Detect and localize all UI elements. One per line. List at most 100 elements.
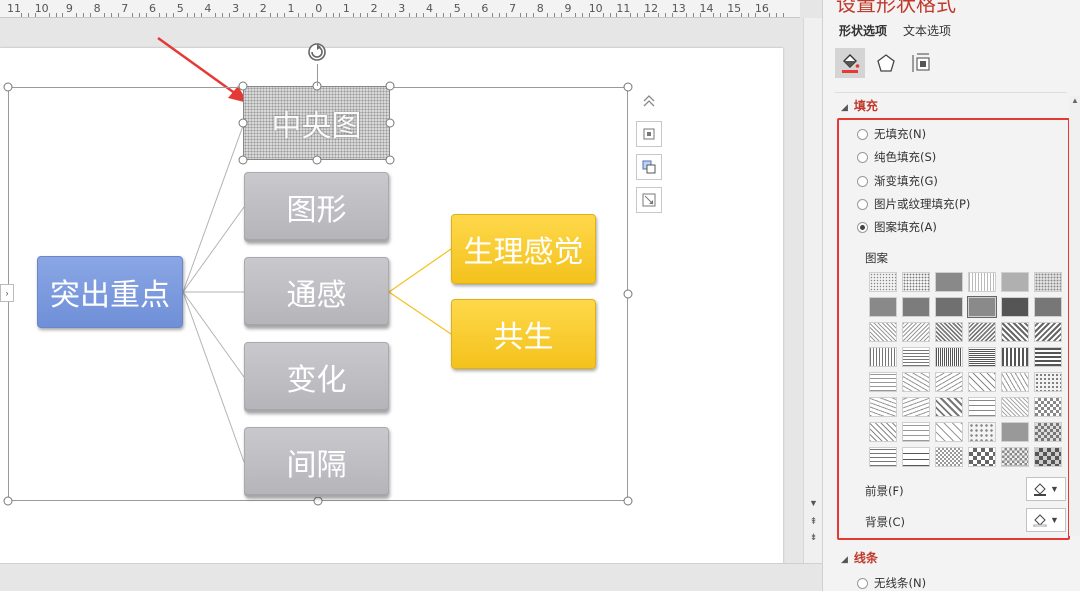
pattern-swatch[interactable] — [968, 397, 996, 417]
next-slide-icon[interactable]: ⇟ — [806, 530, 821, 544]
radio-picture-fill[interactable]: 图片或纹理填充(P) — [857, 196, 970, 212]
pattern-swatch[interactable] — [869, 397, 897, 417]
pattern-swatch[interactable] — [1034, 422, 1062, 442]
background-color-picker[interactable]: ▼ — [1026, 508, 1066, 532]
pattern-swatch[interactable] — [935, 397, 963, 417]
text-pane-toggle[interactable]: › — [0, 284, 14, 302]
resize-handle[interactable] — [3, 496, 13, 506]
pattern-swatch[interactable] — [1034, 272, 1062, 292]
radio-button[interactable] — [857, 175, 868, 187]
radio-button[interactable] — [857, 577, 868, 589]
scroll-down-icon[interactable]: ▼ — [806, 496, 821, 510]
pane-scrollbar[interactable]: ▲ — [1069, 96, 1080, 536]
pattern-swatch[interactable] — [935, 322, 963, 342]
radio-button-selected[interactable] — [857, 221, 868, 233]
resize-handle[interactable] — [3, 82, 13, 92]
pattern-swatch[interactable] — [935, 272, 963, 292]
pattern-swatch[interactable] — [1001, 297, 1029, 317]
pattern-swatch[interactable] — [902, 297, 930, 317]
line-section-header[interactable]: ◢ 线条 — [841, 549, 878, 566]
pattern-swatch[interactable] — [869, 272, 897, 292]
radio-button[interactable] — [857, 128, 868, 140]
radio-button[interactable] — [857, 198, 868, 210]
resize-handle[interactable] — [385, 81, 395, 91]
pattern-swatch[interactable] — [935, 297, 963, 317]
resize-handle[interactable] — [238, 155, 248, 165]
effects-icon[interactable] — [871, 48, 901, 78]
radio-gradient-fill[interactable]: 渐变填充(G) — [857, 173, 938, 189]
pattern-swatch[interactable] — [1001, 272, 1029, 292]
pattern-swatch[interactable] — [869, 447, 897, 467]
child-node[interactable]: 变化 — [244, 342, 389, 412]
pattern-swatch[interactable] — [902, 422, 930, 442]
tab-shape-options[interactable]: 形状选项 — [839, 22, 887, 39]
size-properties-icon[interactable] — [907, 48, 937, 78]
pattern-swatch[interactable] — [902, 447, 930, 467]
scrollbar-thumb[interactable] — [808, 22, 818, 512]
fill-section-header[interactable]: ◢ 填充 — [841, 97, 878, 114]
arrange-icon[interactable] — [636, 154, 662, 180]
resize-handle[interactable] — [238, 118, 248, 128]
layout-options-icon[interactable] — [636, 121, 662, 147]
resize-handle[interactable] — [623, 496, 633, 506]
pattern-swatch[interactable] — [935, 347, 963, 367]
editor-scrollbar[interactable]: ▼ ⇞ ⇟ — [803, 18, 822, 563]
pattern-swatch[interactable] — [902, 347, 930, 367]
radio-solid-fill[interactable]: 纯色填充(S) — [857, 149, 936, 165]
radio-button[interactable] — [857, 151, 868, 163]
format-shape-icon[interactable] — [636, 187, 662, 213]
foreground-color-picker[interactable]: ▼ — [1026, 477, 1066, 501]
rotate-handle-icon[interactable] — [305, 40, 329, 64]
pattern-swatch[interactable] — [1034, 347, 1062, 367]
resize-handle[interactable] — [313, 496, 323, 506]
resize-handle[interactable] — [623, 289, 633, 299]
child-node-selected[interactable]: 中央图 — [243, 86, 390, 160]
resize-handle[interactable] — [385, 118, 395, 128]
pattern-swatch[interactable] — [869, 372, 897, 392]
pattern-swatch[interactable] — [968, 422, 996, 442]
child-node[interactable]: 间隔 — [244, 427, 389, 497]
pattern-swatch[interactable] — [1034, 397, 1062, 417]
tab-text-options[interactable]: 文本选项 — [903, 22, 951, 39]
pattern-swatch[interactable] — [1001, 372, 1029, 392]
prev-slide-icon[interactable]: ⇞ — [806, 514, 821, 528]
pattern-swatch[interactable] — [902, 272, 930, 292]
pattern-swatch[interactable] — [935, 447, 963, 467]
pattern-swatch[interactable] — [968, 322, 996, 342]
radio-no-fill[interactable]: 无填充(N) — [857, 126, 926, 142]
resize-handle[interactable] — [238, 81, 248, 91]
pattern-swatch[interactable] — [1034, 297, 1062, 317]
pattern-swatch[interactable] — [935, 422, 963, 442]
pattern-swatch[interactable] — [1001, 447, 1029, 467]
radio-pattern-fill[interactable]: 图案填充(A) — [857, 219, 937, 235]
pattern-swatch[interactable] — [869, 297, 897, 317]
radio-no-line[interactable]: 无线条(N) — [857, 575, 926, 591]
grandchild-node[interactable]: 生理感觉 — [451, 214, 596, 284]
pattern-swatch[interactable] — [869, 422, 897, 442]
pattern-swatch[interactable] — [1001, 322, 1029, 342]
pattern-swatch[interactable] — [968, 272, 996, 292]
pattern-swatch[interactable] — [1001, 347, 1029, 367]
pattern-swatch[interactable] — [1034, 372, 1062, 392]
pattern-swatch[interactable] — [1034, 447, 1062, 467]
fill-line-icon[interactable] — [835, 48, 865, 78]
pattern-swatch[interactable] — [968, 347, 996, 367]
root-node[interactable]: 突出重点 — [37, 256, 183, 328]
scroll-up-icon[interactable]: ▲ — [1069, 96, 1080, 105]
pattern-swatch[interactable] — [902, 372, 930, 392]
resize-handle[interactable] — [312, 155, 322, 165]
child-node[interactable]: 图形 — [244, 172, 389, 242]
pattern-swatch[interactable] — [967, 296, 997, 318]
child-node[interactable]: 通感 — [244, 257, 389, 327]
resize-handle[interactable] — [623, 82, 633, 92]
pattern-swatch[interactable] — [902, 322, 930, 342]
resize-handle[interactable] — [385, 155, 395, 165]
pattern-swatch[interactable] — [1001, 422, 1029, 442]
collapse-icon[interactable] — [636, 88, 662, 114]
pattern-swatch[interactable] — [869, 347, 897, 367]
pattern-swatch[interactable] — [1001, 397, 1029, 417]
pattern-swatch[interactable] — [968, 447, 996, 467]
pattern-swatch[interactable] — [1034, 322, 1062, 342]
pattern-swatch[interactable] — [869, 322, 897, 342]
pattern-swatch[interactable] — [902, 397, 930, 417]
